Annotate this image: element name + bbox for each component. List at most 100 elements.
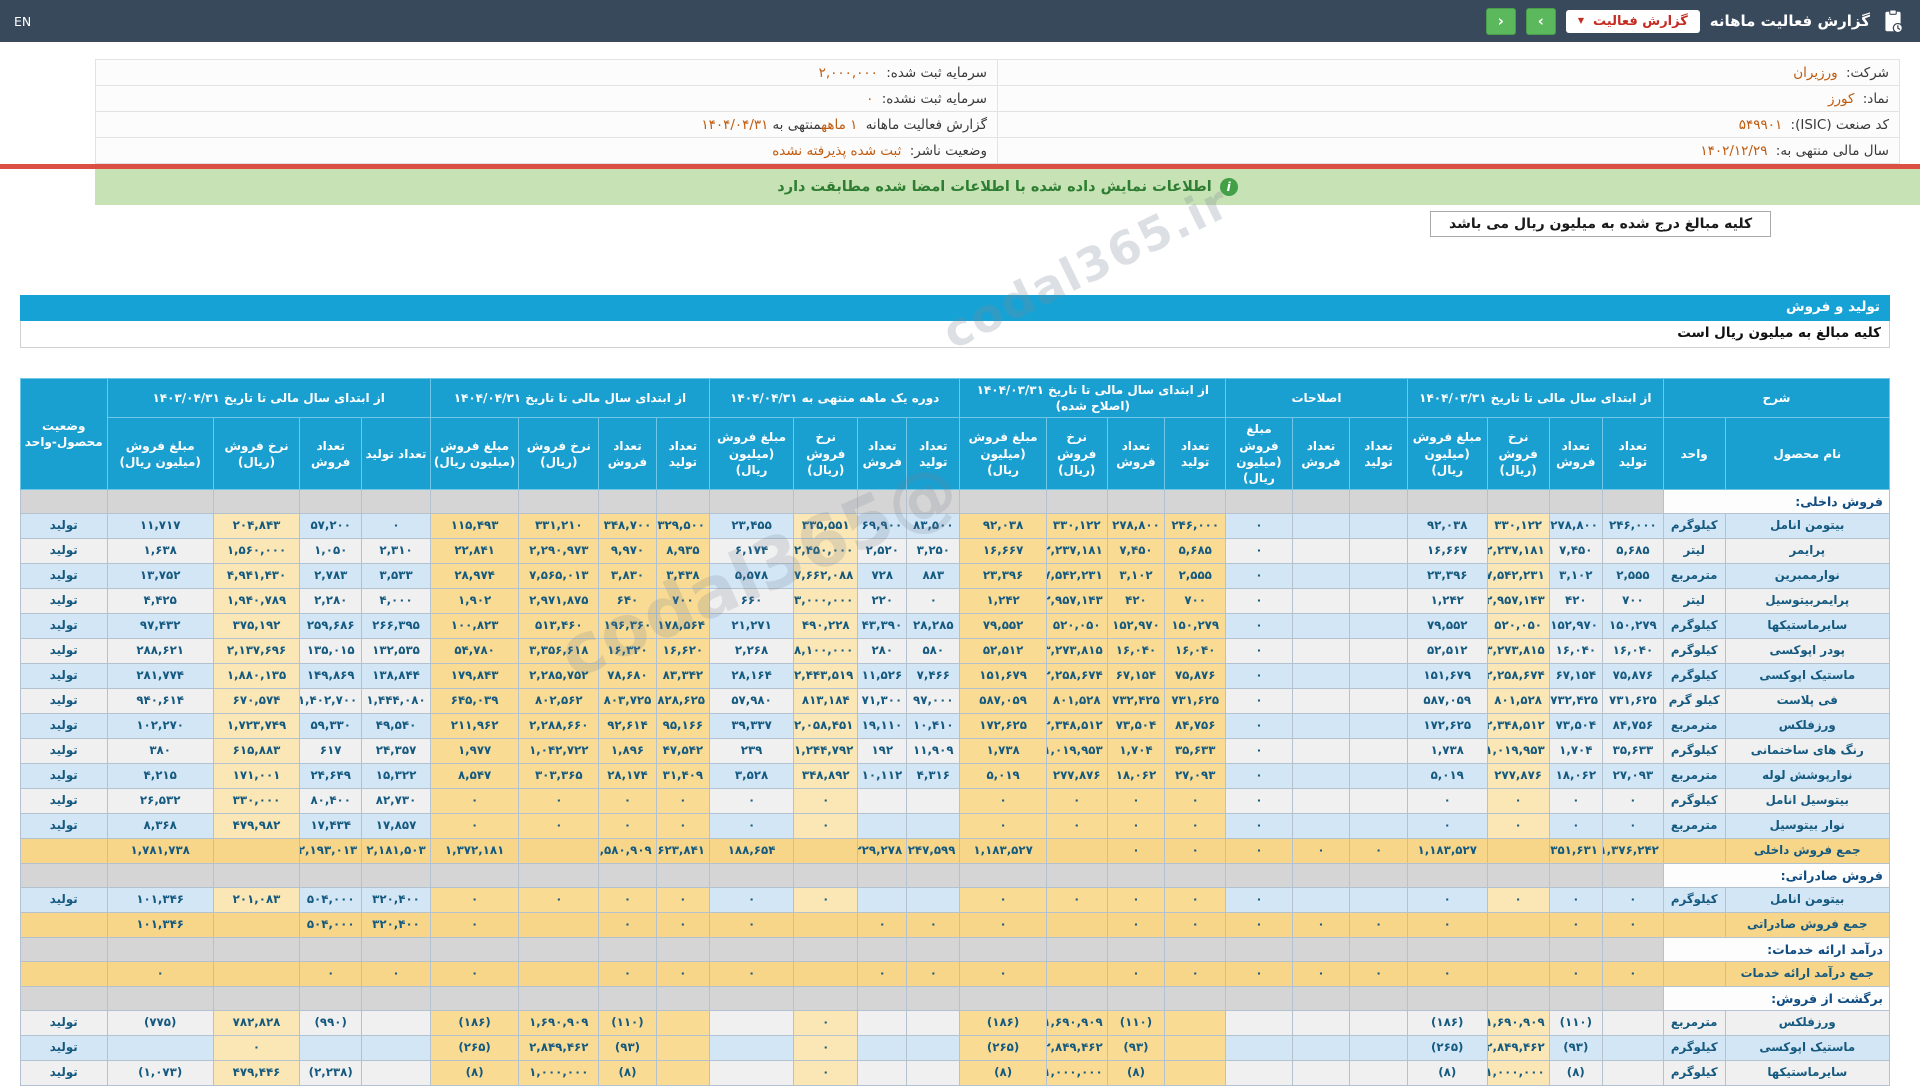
table-row: بیتوسیل اناملکیلوگرم۰۰۰۰۰۰۰۰۰۰۰۰۰۰۰۸۲,۷۳…	[21, 789, 1890, 814]
value-cell: ۱۶,۰۴۰	[1165, 639, 1226, 664]
value-cell: (۷۷۵)	[107, 1011, 213, 1036]
value-cell: ۰	[1226, 539, 1293, 564]
value-cell: ۹۵,۱۶۶	[656, 714, 709, 739]
unit-cell	[1663, 962, 1725, 987]
value-cell: ۰	[519, 814, 599, 839]
value-cell: ۰	[1107, 913, 1165, 938]
value-cell: ۱,۲۴۲	[1407, 589, 1487, 614]
amounts-note-row: کلیه مبالغ درج شده به میلیون ریال می باش…	[0, 211, 1920, 237]
section-empty-cell	[300, 864, 362, 888]
value-cell: ۴۳,۳۹۰	[858, 614, 907, 639]
value-cell: ۸۴,۷۵۶	[1165, 714, 1226, 739]
value-cell: ۶۷۰,۵۷۴	[213, 689, 299, 714]
value-cell: ۲,۲۳۷,۱۸۱	[1046, 539, 1107, 564]
value-cell: ۰	[1549, 962, 1602, 987]
value-cell: ۳,۱۰۲	[1107, 564, 1165, 589]
section-empty-cell	[1107, 938, 1165, 962]
value-cell: ۲۸۰	[858, 639, 907, 664]
value-cell	[362, 1061, 431, 1086]
value-cell: ۲۵۹,۶۸۶	[300, 614, 362, 639]
value-cell	[858, 1011, 907, 1036]
info-value: ۰	[866, 91, 877, 107]
nav-forward-button[interactable]: ›	[1526, 8, 1556, 35]
value-cell: ۱۷۸,۵۶۴	[656, 614, 709, 639]
amounts-note-box: کلیه مبالغ درج شده به میلیون ریال می باش…	[1430, 211, 1771, 237]
value-cell	[1487, 962, 1549, 987]
value-cell: ۵۲۰,۰۵۰	[1487, 614, 1549, 639]
value-cell: ۴,۳۱۶	[907, 764, 960, 789]
info-row: سال مالی منتهی به: ۱۴۰۲/۱۲/۲۹وضعیت ناشر:…	[96, 138, 1900, 164]
info-value: کورز	[1828, 91, 1858, 107]
nav-back-button[interactable]: ‹	[1486, 8, 1516, 35]
section-empty-cell	[300, 987, 362, 1011]
value-cell: ۰	[710, 814, 794, 839]
value-cell: ۲,۰۵۸,۴۵۱	[794, 714, 858, 739]
value-cell: ۳۹,۳۳۷	[710, 714, 794, 739]
value-cell: ۴,۹۴۱,۴۳۰	[213, 564, 299, 589]
value-cell: ۰	[1226, 514, 1293, 539]
value-cell: ۱۶,۶۶۷	[1407, 539, 1487, 564]
value-cell: ۲۶۶,۳۹۵	[362, 614, 431, 639]
header-sub-row: نام محصولواحدتعداد تولیدتعداد فروشنرخ فر…	[21, 418, 1890, 490]
value-cell: ۰	[1407, 789, 1487, 814]
value-cell: ۰	[1046, 814, 1107, 839]
value-cell: ۰	[1407, 962, 1487, 987]
value-cell	[1226, 1011, 1293, 1036]
unit-cell: کیلوگرم	[1663, 789, 1725, 814]
value-cell: ۱,۰۰۰,۰۰۰	[519, 1061, 599, 1086]
value-cell: ۱۶,۳۲۰	[599, 639, 657, 664]
info-row: کد صنعت (ISIC): ۵۴۹۹۰۱گزارش فعالیت ماهان…	[96, 112, 1900, 138]
info-label: سرمایه ثبت شده:	[882, 65, 987, 81]
value-cell: ۱۷۲,۶۲۵	[960, 714, 1046, 739]
unit-cell: مترمربع	[1663, 814, 1725, 839]
value-cell: ۲,۳۱۰	[362, 539, 431, 564]
value-cell: ۲۸۱,۷۷۴	[107, 664, 213, 689]
value-cell: ۷,۶۶۲,۰۸۸	[794, 564, 858, 589]
value-cell: (۱۱۰)	[1549, 1011, 1602, 1036]
status-cell: تولید	[21, 739, 108, 764]
value-cell: ۰	[858, 962, 907, 987]
product-name-cell: سایرماستیکها	[1725, 614, 1889, 639]
value-cell: ۰	[519, 789, 599, 814]
value-cell: ۶۹,۹۰۰	[858, 514, 907, 539]
value-cell: ۴۲۰	[1549, 589, 1602, 614]
value-cell: ۴۷,۵۴۲	[656, 739, 709, 764]
value-cell: ۰	[430, 888, 519, 913]
value-cell: ۰	[1487, 888, 1549, 913]
report-type-dropdown[interactable]: گزارش فعالیت ▼	[1566, 10, 1700, 33]
value-cell: ۰	[656, 888, 709, 913]
value-cell: ۰	[710, 789, 794, 814]
value-cell: ۰	[656, 814, 709, 839]
value-cell: ۰	[430, 814, 519, 839]
value-cell	[1292, 764, 1350, 789]
value-cell: ۳۲۰,۴۰۰	[362, 913, 431, 938]
value-cell: ۱,۳۵۱,۶۳۱	[1549, 839, 1602, 864]
value-cell: ۷۳,۵۰۴	[1107, 714, 1165, 739]
value-cell	[1292, 564, 1350, 589]
col-subheader: تعداد فروش	[300, 418, 362, 490]
value-cell: ۰	[960, 913, 1046, 938]
value-cell: ۲,۲۸۸,۶۶۰	[519, 714, 599, 739]
language-toggle[interactable]: EN	[14, 14, 31, 29]
value-cell: ۰	[599, 888, 657, 913]
value-cell	[1350, 514, 1408, 539]
value-cell: ۱۰۱,۳۴۶	[107, 913, 213, 938]
value-cell: ۰	[1165, 814, 1226, 839]
value-cell: ۴۲۰	[1107, 589, 1165, 614]
col-subheader: تعداد فروش	[1107, 418, 1165, 490]
value-cell: ۰	[1549, 888, 1602, 913]
value-cell: ۱,۶۲۳,۸۴۱	[656, 839, 709, 864]
value-cell: ۰	[430, 962, 519, 987]
value-cell: ۱۵۰,۲۷۹	[1165, 614, 1226, 639]
status-cell: تولید	[21, 814, 108, 839]
value-cell: ۰	[1046, 789, 1107, 814]
value-cell: ۸۰۱,۵۲۸	[1046, 689, 1107, 714]
value-cell: ۱۸,۰۶۲	[1549, 764, 1602, 789]
value-cell: ۱,۶۹۰,۹۰۹	[1046, 1011, 1107, 1036]
value-cell	[1487, 913, 1549, 938]
value-cell: ۱۵۱,۶۷۹	[960, 664, 1046, 689]
value-cell: ۲۳۹	[710, 739, 794, 764]
clipboard-report-icon	[1880, 8, 1906, 34]
value-cell: ۸۲,۷۳۰	[362, 789, 431, 814]
section-empty-cell	[1292, 864, 1350, 888]
